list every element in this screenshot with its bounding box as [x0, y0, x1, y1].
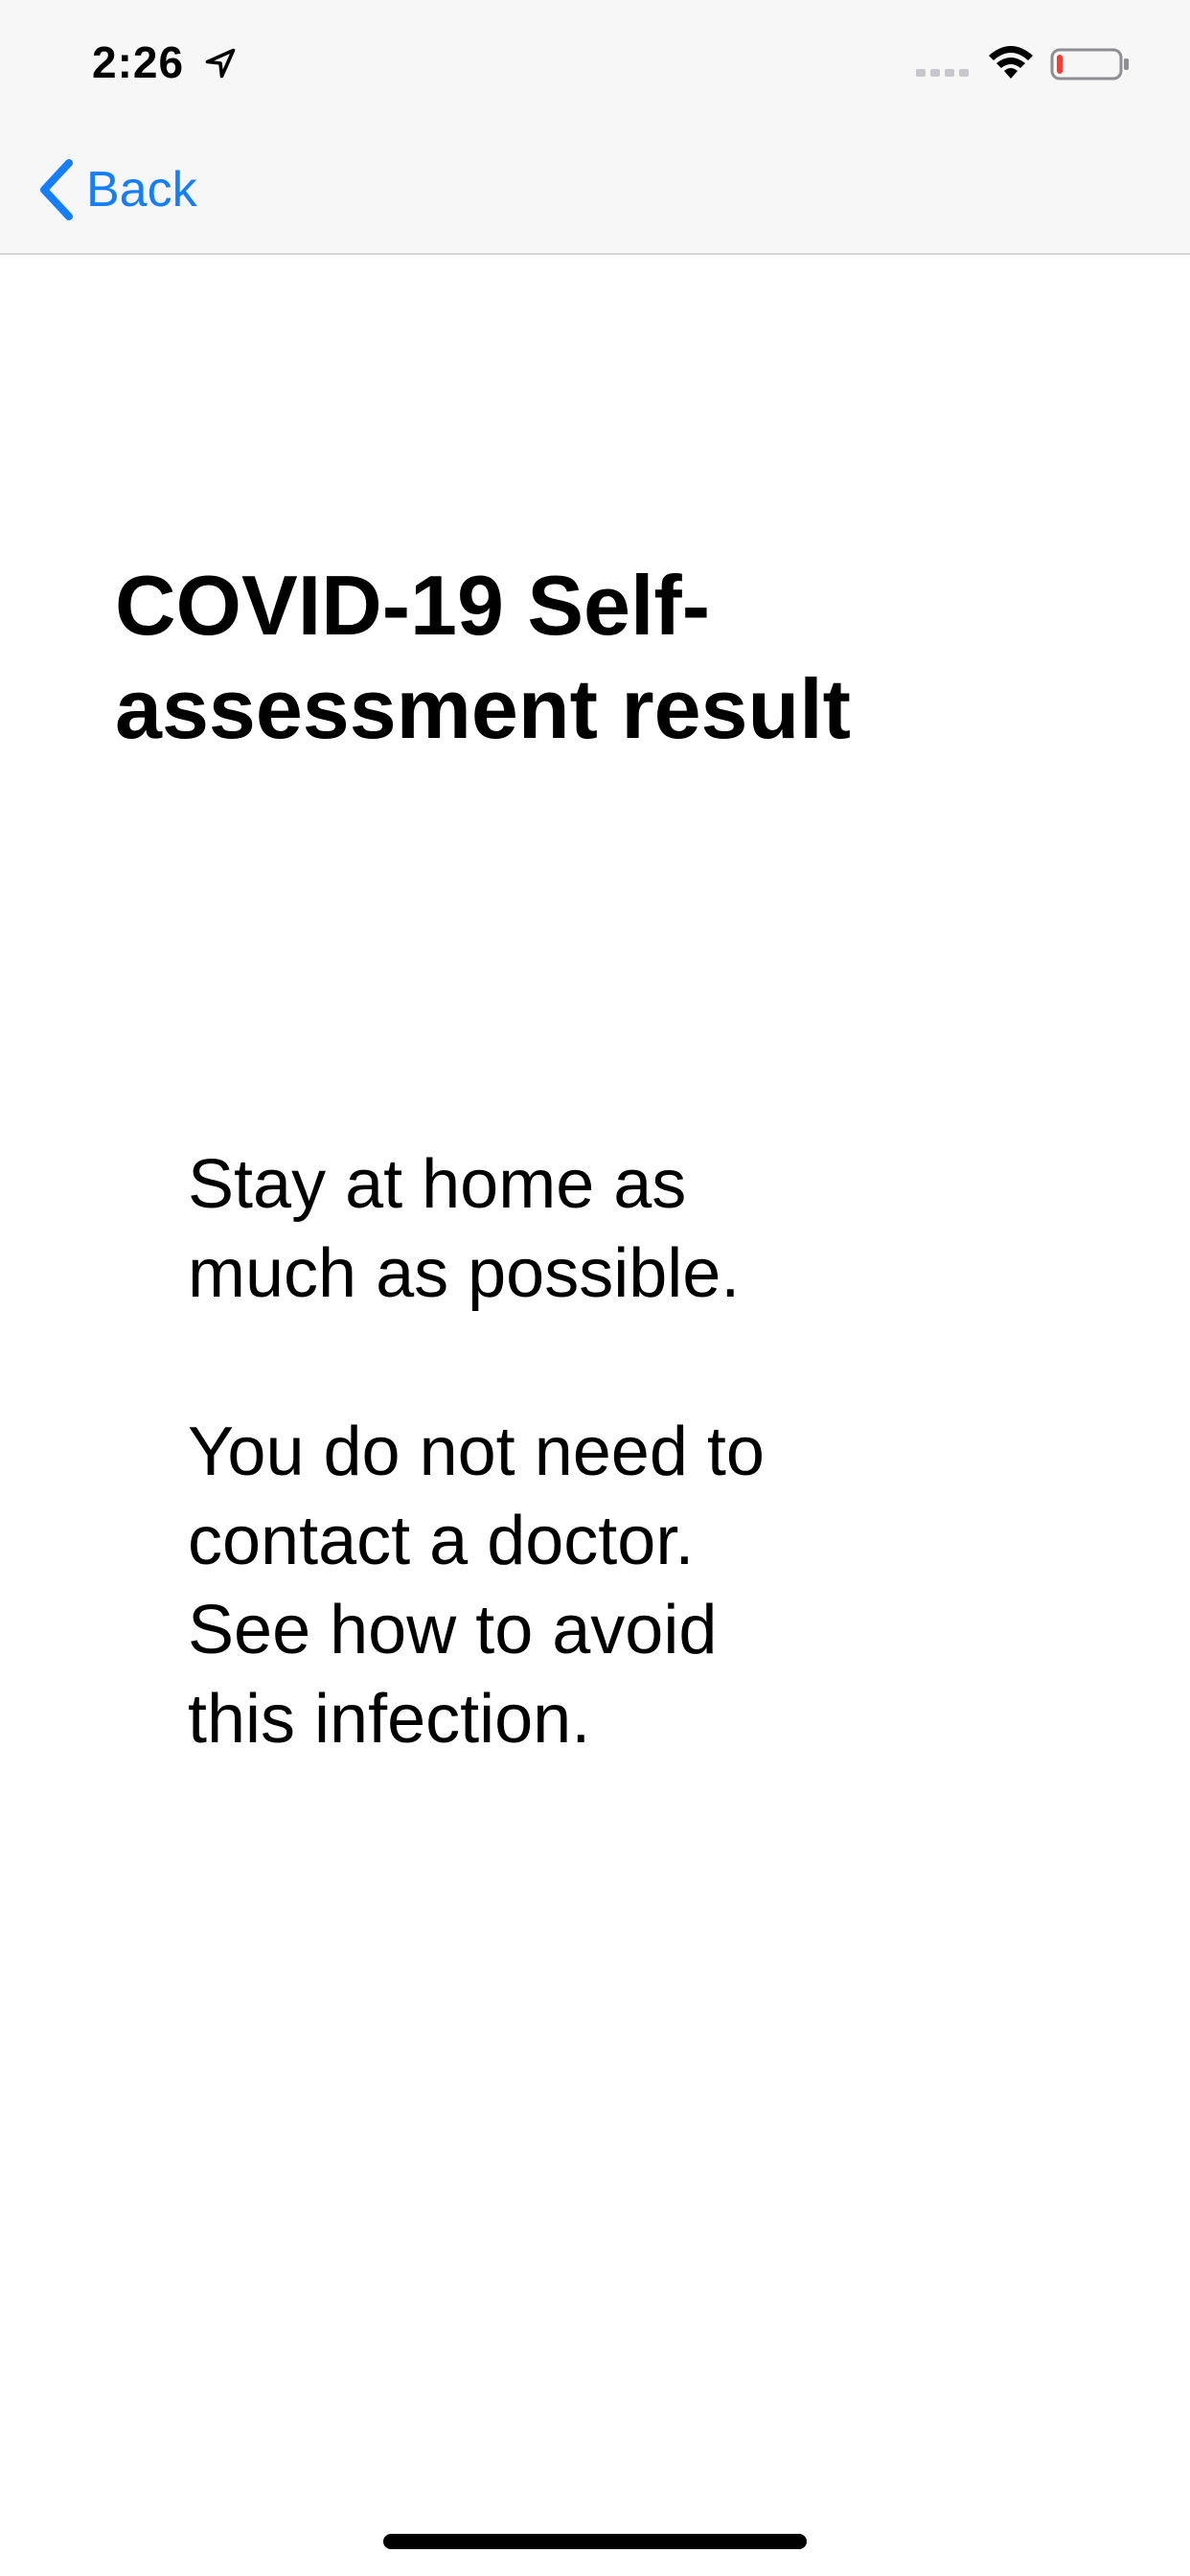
assessment-result-text: Stay at home as much as possible. You do…	[188, 1146, 765, 1758]
back-button-label: Back	[86, 162, 197, 218]
home-indicator[interactable]	[383, 2534, 807, 2549]
navigation-bar: 2:26 Back	[0, 0, 1190, 255]
battery-icon	[1050, 48, 1129, 80]
chevron-left-icon	[40, 159, 73, 220]
wifi-icon	[989, 46, 1033, 79]
status-time: 2:26	[92, 37, 185, 87]
back-button[interactable]: Back	[34, 153, 197, 226]
app-screen: 2:26 Back COVID-19 Self- assessment resu…	[0, 0, 1190, 2576]
location-arrow-icon	[205, 48, 236, 79]
page-title: COVID-19 Self- assessment result	[115, 558, 851, 756]
cellular-signal-icon	[916, 69, 969, 77]
